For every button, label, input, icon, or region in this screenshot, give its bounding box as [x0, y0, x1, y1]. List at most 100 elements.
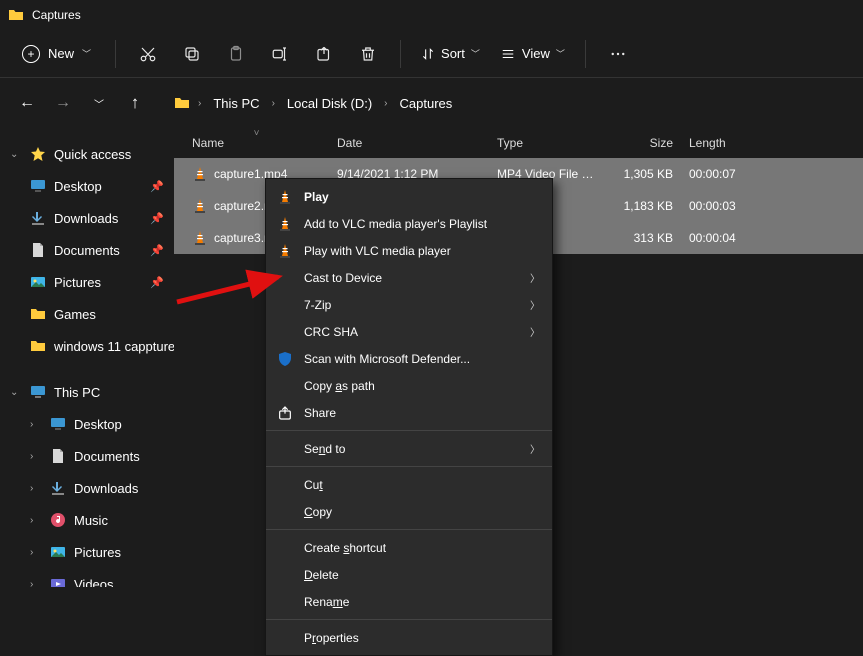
context-menu-item[interactable]: Delete — [266, 561, 552, 588]
context-menu-item[interactable]: CRC SHA 〉 — [266, 318, 552, 345]
paste-button[interactable] — [216, 36, 256, 72]
sidebar-item[interactable]: Desktop📌 — [0, 170, 174, 202]
file-length-cell: 00:00:03 — [681, 199, 761, 213]
breadcrumb-item[interactable]: This PC — [209, 92, 263, 115]
context-menu-item[interactable]: Properties — [266, 624, 552, 651]
column-length[interactable]: Length — [681, 130, 761, 156]
sidebar-item[interactable]: windows 11 capptures — [0, 330, 174, 362]
chevron-right-icon[interactable]: › — [380, 98, 391, 109]
blank-icon — [276, 269, 294, 287]
context-menu-item[interactable]: Play with VLC media player — [266, 237, 552, 264]
vlc-icon — [276, 215, 294, 233]
sidebar-item-label: Videos — [74, 577, 114, 588]
sidebar: ⌄ Quick access Desktop📌Downloads📌Documen… — [0, 128, 174, 587]
sidebar-quick-access[interactable]: ⌄ Quick access — [0, 138, 174, 170]
chevron-right-icon: 〉 — [530, 324, 540, 339]
sidebar-item[interactable]: ›Documents — [0, 440, 174, 472]
context-menu-label: Add to VLC media player's Playlist — [304, 217, 487, 231]
context-menu-label: CRC SHA — [304, 325, 358, 339]
address-bar[interactable]: › This PC › Local Disk (D:) › Captures — [174, 92, 456, 115]
context-menu-item[interactable]: Play — [266, 183, 552, 210]
context-menu-item[interactable]: Send to〉 — [266, 435, 552, 462]
chevron-right-icon[interactable]: › — [30, 579, 42, 588]
context-menu-item[interactable]: Copy — [266, 498, 552, 525]
chevron-right-icon[interactable]: › — [268, 98, 279, 109]
sidebar-item[interactable]: Games — [0, 298, 174, 330]
context-menu-item[interactable]: Cut — [266, 471, 552, 498]
context-menu-label: Share — [304, 406, 336, 420]
folder-icon — [8, 7, 24, 23]
chevron-right-icon[interactable]: › — [30, 515, 42, 526]
column-name[interactable]: Name — [184, 130, 329, 156]
toolbar: + New ﹀ Sort ﹀ View ﹀ — [0, 30, 863, 78]
rename-button[interactable] — [260, 36, 300, 72]
context-menu-item[interactable]: Cast to Device〉 — [266, 264, 552, 291]
sidebar-item[interactable]: › Music — [0, 504, 174, 536]
copy-button[interactable] — [172, 36, 212, 72]
context-menu-item[interactable]: Copy as path — [266, 372, 552, 399]
sidebar-item-label: Documents — [54, 243, 120, 258]
context-menu-label: Rename — [304, 595, 349, 609]
pin-icon: 📌 — [150, 276, 164, 289]
chevron-down-icon[interactable]: ⌄ — [10, 149, 22, 160]
recent-dropdown[interactable]: ﹀ — [84, 88, 114, 118]
vlc-icon — [276, 188, 294, 206]
back-button[interactable]: ← — [12, 88, 42, 118]
context-menu-item[interactable]: 7-Zip〉 — [266, 291, 552, 318]
sidebar-item[interactable]: › Videos — [0, 568, 174, 587]
context-menu-label: Copy — [304, 505, 332, 519]
sidebar-item[interactable]: Pictures 📌 — [0, 266, 174, 298]
context-menu-item[interactable]: Rename — [266, 588, 552, 615]
chevron-right-icon: 〉 — [530, 441, 540, 456]
cut-button[interactable] — [128, 36, 168, 72]
chevron-right-icon: 〉 — [530, 297, 540, 312]
blank-icon — [276, 440, 294, 458]
breadcrumb-item[interactable]: Captures — [396, 92, 457, 115]
up-button[interactable]: ↑ — [120, 88, 150, 118]
star-icon — [30, 146, 46, 162]
context-menu-item[interactable]: Create shortcut — [266, 534, 552, 561]
window-title: Captures — [32, 8, 81, 22]
column-date[interactable]: Date — [329, 130, 489, 156]
sidebar-item[interactable]: › Downloads — [0, 472, 174, 504]
context-menu-item[interactable]: Scan with Microsoft Defender... — [266, 345, 552, 372]
column-size[interactable]: Size — [603, 130, 681, 156]
chevron-down-icon: ﹀ — [82, 47, 91, 60]
sidebar-item-label: Pictures — [54, 275, 101, 290]
blank-icon — [276, 539, 294, 557]
context-menu-item[interactable]: Share — [266, 399, 552, 426]
breadcrumb-item[interactable]: Local Disk (D:) — [283, 92, 376, 115]
blank-icon — [276, 476, 294, 494]
chevron-right-icon[interactable]: › — [30, 419, 42, 430]
sidebar-item[interactable]: ›Pictures — [0, 536, 174, 568]
context-menu-item[interactable]: Add to VLC media player's Playlist — [266, 210, 552, 237]
file-length-cell: 00:00:04 — [681, 231, 761, 245]
sidebar-this-pc[interactable]: ⌄ This PC — [0, 376, 174, 408]
view-icon — [500, 47, 516, 61]
chevron-right-icon[interactable]: › — [30, 451, 42, 462]
separator — [400, 40, 401, 68]
sidebar-item[interactable]: ›Desktop — [0, 408, 174, 440]
sidebar-item[interactable]: Documents📌 — [0, 234, 174, 266]
chevron-down-icon[interactable]: ⌄ — [10, 387, 22, 398]
chevron-down-icon: ﹀ — [556, 47, 565, 60]
sidebar-item-label: Downloads — [74, 481, 138, 496]
chevron-right-icon[interactable]: › — [194, 98, 205, 109]
view-button[interactable]: View ﹀ — [492, 40, 573, 67]
sort-button[interactable]: Sort ﹀ — [413, 40, 488, 67]
sidebar-item-label: Music — [74, 513, 108, 528]
chevron-down-icon: ﹀ — [471, 47, 480, 60]
separator — [115, 40, 116, 68]
forward-button[interactable]: → — [48, 88, 78, 118]
context-menu-label: Scan with Microsoft Defender... — [304, 352, 470, 366]
column-type[interactable]: Type — [489, 130, 603, 156]
sidebar-item[interactable]: Downloads📌 — [0, 202, 174, 234]
chevron-right-icon[interactable]: › — [30, 547, 42, 558]
share-button[interactable] — [304, 36, 344, 72]
shield-icon — [276, 350, 294, 368]
new-button[interactable]: + New ﹀ — [10, 39, 103, 69]
delete-button[interactable] — [348, 36, 388, 72]
more-button[interactable] — [598, 36, 638, 72]
new-label: New — [48, 46, 74, 61]
chevron-right-icon[interactable]: › — [30, 483, 42, 494]
